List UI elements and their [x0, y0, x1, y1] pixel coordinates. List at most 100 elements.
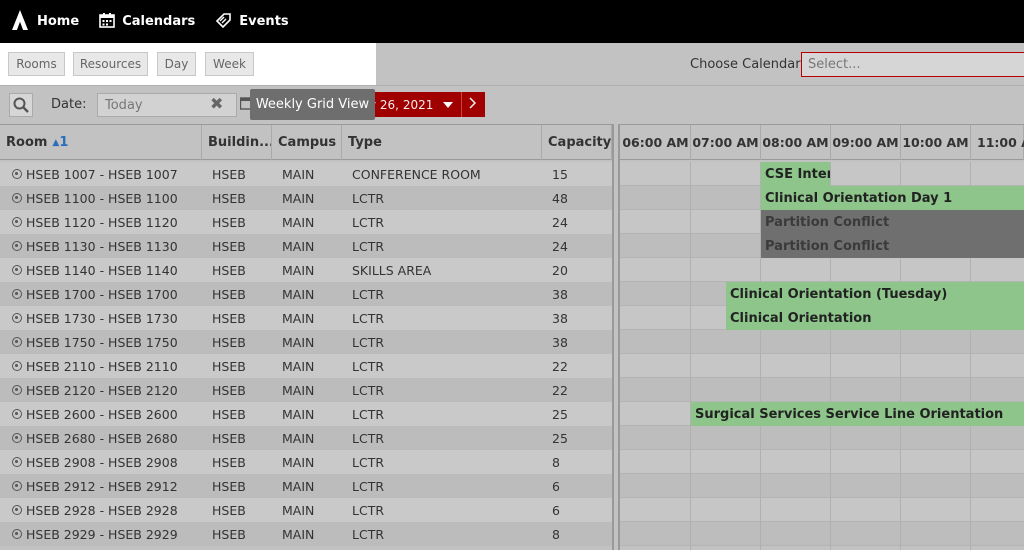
select-radio-icon[interactable] — [12, 193, 22, 203]
table-row[interactable]: HSEB 2928 - HSEB 2928 HSEB MAIN LCTR 6 — [0, 498, 612, 522]
table-row[interactable]: HSEB 2929 - HSEB 2929 HSEB MAIN LCTR 8 — [0, 522, 612, 546]
room-cell[interactable]: HSEB 2929 - HSEB 2929 — [12, 522, 200, 546]
nav-calendars[interactable]: Calendars — [99, 0, 195, 43]
select-radio-icon[interactable] — [12, 169, 22, 179]
day-view-button[interactable]: Day — [157, 52, 196, 76]
next-arrow-icon[interactable] — [469, 97, 477, 112]
nav-home[interactable]: Home — [37, 0, 79, 43]
select-radio-icon[interactable] — [12, 289, 22, 299]
timeline-row[interactable] — [620, 354, 1024, 378]
room-cell[interactable]: HSEB 1730 - HSEB 1730 — [12, 306, 200, 330]
nav-events-label: Events — [239, 14, 289, 29]
table-row[interactable]: HSEB 1750 - HSEB 1750 HSEB MAIN LCTR 38 — [0, 330, 612, 354]
table-row[interactable]: HSEB 1130 - HSEB 1130 HSEB MAIN LCTR 24 — [0, 234, 612, 258]
room-cell[interactable]: HSEB 2908 - HSEB 2908 — [12, 450, 200, 474]
search-button[interactable] — [9, 93, 33, 117]
event-block[interactable]: Clinical Orientation Day 1 — [761, 186, 1024, 210]
table-row[interactable]: HSEB 2120 - HSEB 2120 HSEB MAIN LCTR 22 — [0, 378, 612, 402]
time-label: 11:00 AM — [977, 135, 1024, 150]
type-cell: LCTR — [352, 426, 540, 450]
room-name: HSEB 2680 - HSEB 2680 — [26, 430, 178, 446]
room-cell[interactable]: HSEB 2600 - HSEB 2600 — [12, 402, 200, 426]
event-block[interactable]: CSE Interv — [761, 162, 830, 186]
table-row[interactable]: HSEB 2110 - HSEB 2110 HSEB MAIN LCTR 22 — [0, 354, 612, 378]
campus-cell: MAIN — [282, 306, 340, 330]
select-radio-icon[interactable] — [12, 433, 22, 443]
select-radio-icon[interactable] — [12, 337, 22, 347]
time-header-0700: 07:00 AM — [691, 125, 761, 160]
rooms-view-button[interactable]: Rooms — [8, 52, 65, 76]
chevron-down-icon[interactable] — [443, 98, 454, 112]
select-radio-icon[interactable] — [12, 241, 22, 251]
timeline-row[interactable] — [620, 378, 1024, 402]
select-radio-icon[interactable] — [12, 409, 22, 419]
select-radio-icon[interactable] — [12, 505, 22, 515]
select-radio-icon[interactable] — [12, 529, 22, 539]
nav-events[interactable]: Events — [215, 0, 289, 43]
room-cell[interactable]: HSEB 2928 - HSEB 2928 — [12, 498, 200, 522]
select-radio-icon[interactable] — [12, 481, 22, 491]
room-cell[interactable]: HSEB 1120 - HSEB 1120 — [12, 210, 200, 234]
capacity-value: 6 — [552, 502, 560, 518]
timeline-row[interactable] — [620, 330, 1024, 354]
table-row[interactable]: HSEB 1120 - HSEB 1120 HSEB MAIN LCTR 24 — [0, 210, 612, 234]
room-cell[interactable]: HSEB 2110 - HSEB 2110 — [12, 354, 200, 378]
type-cell: SKILLS AREA — [352, 258, 540, 282]
timeline-row[interactable] — [620, 426, 1024, 450]
resources-view-button[interactable]: Resources — [73, 52, 148, 76]
room-cell[interactable]: HSEB 2120 - HSEB 2120 — [12, 378, 200, 402]
view-toolbar: Rooms Resources Day Week Choose Calendar… — [0, 43, 1024, 85]
week-view-button[interactable]: Week — [205, 52, 254, 76]
pane-splitter[interactable] — [612, 124, 620, 550]
table-row[interactable]: HSEB 1100 - HSEB 1100 HSEB MAIN LCTR 48 — [0, 186, 612, 210]
time-header-0900: 09:00 AM — [831, 125, 901, 160]
timeline-row[interactable] — [620, 450, 1024, 474]
timeline-row[interactable] — [620, 474, 1024, 498]
timeline-row[interactable] — [620, 258, 1024, 282]
event-block[interactable]: Clinical Orientation (Tuesday) — [726, 282, 1024, 306]
column-header-building[interactable]: Buildin... — [202, 125, 272, 160]
event-block[interactable]: Surgical Services Service Line Orientati… — [691, 402, 1024, 426]
week-view-label: Week — [213, 57, 246, 71]
room-cell[interactable]: HSEB 1700 - HSEB 1700 — [12, 282, 200, 306]
room-name: HSEB 1730 - HSEB 1730 — [26, 310, 178, 326]
room-cell[interactable]: HSEB 2912 - HSEB 2912 — [12, 474, 200, 498]
table-row[interactable]: HSEB 1007 - HSEB 1007 HSEB MAIN CONFERENCE … — [0, 162, 612, 186]
column-header-capacity[interactable]: Capacity — [542, 125, 612, 160]
table-row[interactable]: HSEB 1140 - HSEB 1140 HSEB MAIN SKILLS AREA… — [0, 258, 612, 282]
table-row[interactable]: HSEB 2680 - HSEB 2680 HSEB MAIN LCTR 25 — [0, 426, 612, 450]
table-row[interactable]: HSEB 2912 - HSEB 2912 HSEB MAIN LCTR 6 — [0, 474, 612, 498]
select-radio-icon[interactable] — [12, 361, 22, 371]
room-cell[interactable]: HSEB 2680 - HSEB 2680 — [12, 426, 200, 450]
conflict-block[interactable]: Partition Conflict — [761, 210, 1024, 234]
room-cell[interactable]: HSEB 1130 - HSEB 1130 — [12, 234, 200, 258]
event-block[interactable]: Clinical Orientation — [726, 306, 1024, 330]
table-row[interactable]: HSEB 2908 - HSEB 2908 HSEB MAIN LCTR 8 — [0, 450, 612, 474]
room-cell[interactable]: HSEB 1007 - HSEB 1007 — [12, 162, 200, 186]
clear-icon[interactable]: ✖ — [210, 94, 223, 113]
room-cell[interactable]: HSEB 1750 - HSEB 1750 — [12, 330, 200, 354]
select-radio-icon[interactable] — [12, 217, 22, 227]
timeline-row[interactable] — [620, 498, 1024, 522]
calendar-select[interactable]: Select... — [801, 52, 1024, 77]
timeline-row[interactable] — [620, 522, 1024, 546]
table-row[interactable]: HSEB 1700 - HSEB 1700 HSEB MAIN LCTR 38 — [0, 282, 612, 306]
table-row[interactable]: HSEB 2600 - HSEB 2600 HSEB MAIN LCTR 25 — [0, 402, 612, 426]
capacity-cell: 25 — [552, 426, 610, 450]
column-header-room[interactable]: Room ▲ 1 — [0, 125, 202, 160]
column-header-campus[interactable]: Campus — [272, 125, 342, 160]
room-cell[interactable]: HSEB 1100 - HSEB 1100 — [12, 186, 200, 210]
date-range-selector[interactable]: y 26, 2021 — [368, 92, 485, 117]
building-value: HSEB — [212, 358, 246, 374]
table-row[interactable]: HSEB 1730 - HSEB 1730 HSEB MAIN LCTR 38 — [0, 306, 612, 330]
conflict-block[interactable]: Partition Conflict — [761, 234, 1024, 258]
building-value: HSEB — [212, 430, 246, 446]
select-radio-icon[interactable] — [12, 265, 22, 275]
select-radio-icon[interactable] — [12, 313, 22, 323]
select-radio-icon[interactable] — [12, 457, 22, 467]
app-logo-icon[interactable] — [12, 9, 28, 34]
column-header-type[interactable]: Type — [342, 125, 542, 160]
campus-cell: MAIN — [282, 498, 340, 522]
select-radio-icon[interactable] — [12, 385, 22, 395]
room-cell[interactable]: HSEB 1140 - HSEB 1140 — [12, 258, 200, 282]
